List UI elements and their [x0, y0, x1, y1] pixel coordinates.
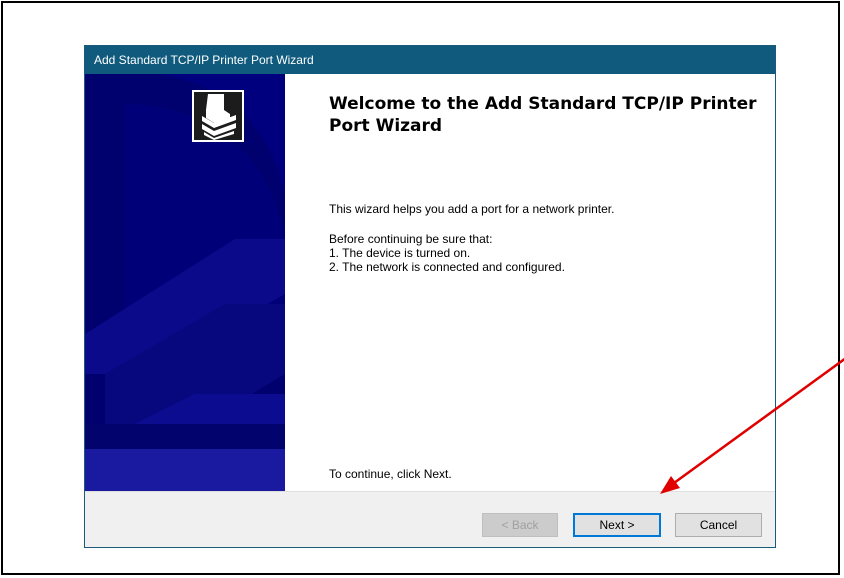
- dialog-title-bar[interactable]: Add Standard TCP/IP Printer Port Wizard: [85, 46, 775, 74]
- step-2-text: 2. The network is connected and configur…: [329, 260, 565, 274]
- next-button[interactable]: Next >: [573, 513, 661, 537]
- printer-icon: [192, 90, 244, 142]
- dialog-title: Add Standard TCP/IP Printer Port Wizard: [94, 53, 314, 67]
- back-button: < Back: [482, 513, 558, 537]
- continue-text: To continue, click Next.: [329, 467, 452, 481]
- button-bar: < Back Next > Cancel: [85, 491, 775, 547]
- cancel-button[interactable]: Cancel: [675, 513, 762, 537]
- banner-printer-graphic: [85, 74, 285, 491]
- welcome-heading: Welcome to the Add Standard TCP/IP Print…: [329, 94, 757, 136]
- wizard-content: Welcome to the Add Standard TCP/IP Print…: [285, 74, 775, 491]
- wizard-banner: [85, 74, 285, 491]
- before-text: Before continuing be sure that:: [329, 232, 493, 246]
- wizard-dialog: Add Standard TCP/IP Printer Port Wizard …: [84, 45, 776, 548]
- intro-text: This wizard helps you add a port for a n…: [329, 202, 615, 216]
- step-1-text: 1. The device is turned on.: [329, 246, 471, 260]
